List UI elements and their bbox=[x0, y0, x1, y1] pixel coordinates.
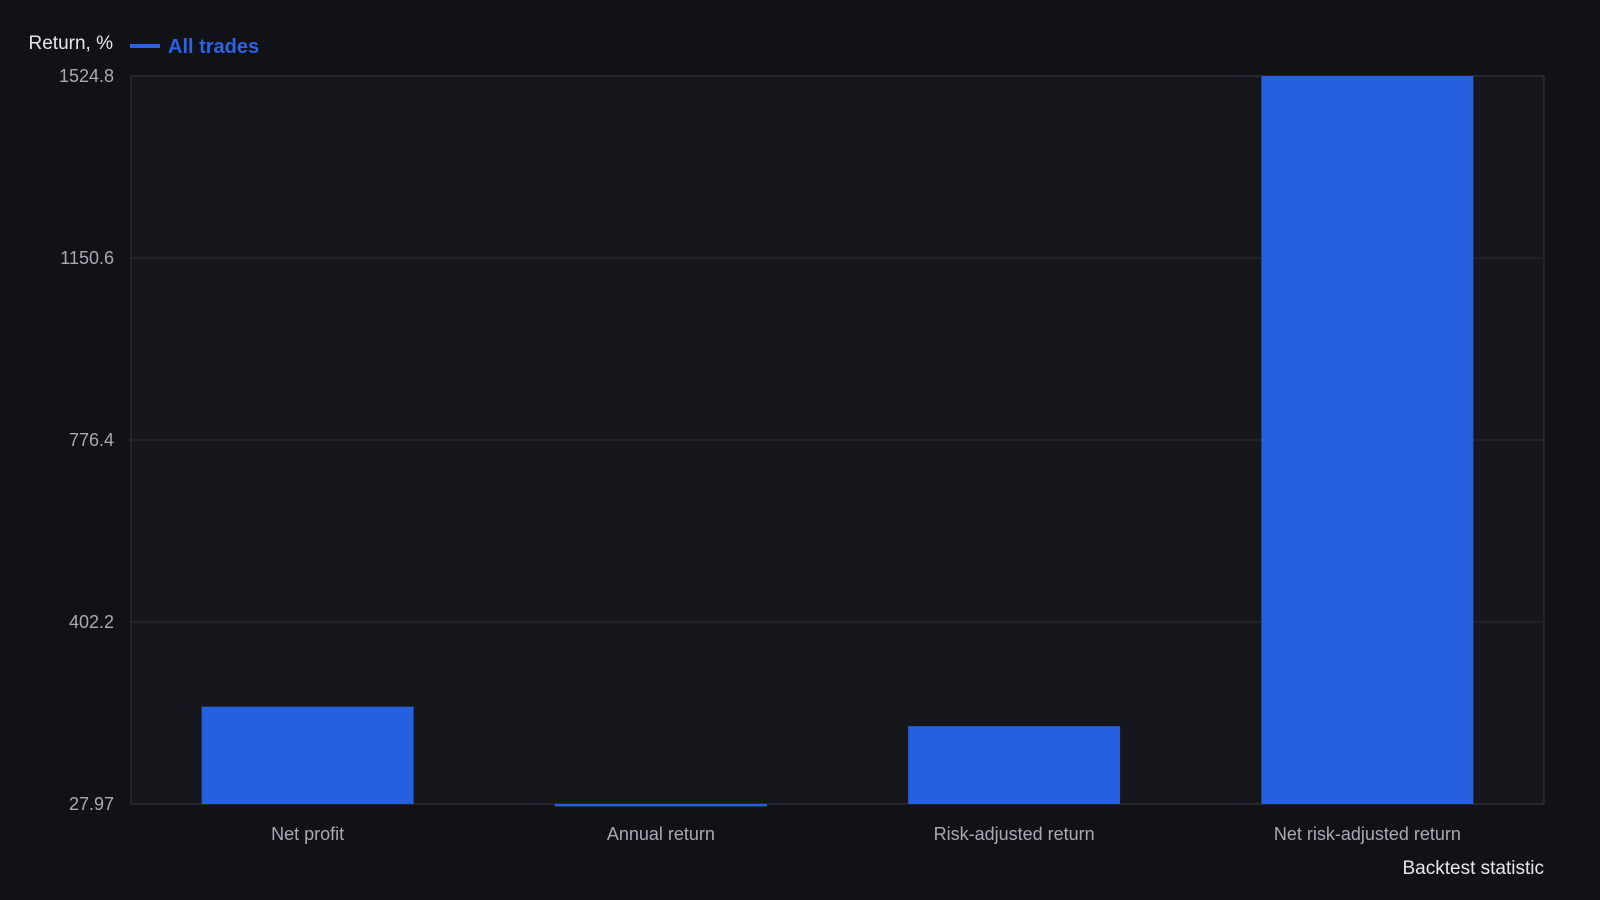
legend[interactable]: All trades bbox=[130, 36, 259, 58]
bar-risk-adjusted-return[interactable] bbox=[908, 726, 1121, 804]
y-axis-ticks: 1524.8 1150.6 776.4 402.2 27.97 bbox=[59, 66, 114, 814]
bar-net-profit[interactable] bbox=[201, 706, 414, 804]
bar-net-risk-adjusted-return[interactable] bbox=[1261, 76, 1474, 804]
x-axis-ticks: Net profit Annual return Risk-adjusted ret… bbox=[271, 824, 1461, 844]
x-tick-label: Annual return bbox=[607, 824, 715, 844]
y-axis-title: Return, % bbox=[29, 33, 114, 54]
x-tick-label: Net risk-adjusted return bbox=[1274, 824, 1461, 844]
y-tick-label: 402.2 bbox=[69, 612, 114, 632]
bar-annual-return[interactable] bbox=[554, 804, 767, 807]
x-axis-title: Backtest statistic bbox=[1403, 858, 1545, 879]
chart: 1524.8 1150.6 776.4 402.2 27.97 Net profit An… bbox=[0, 0, 1600, 900]
y-tick-label: 1150.6 bbox=[60, 248, 114, 268]
x-tick-label: Risk-adjusted return bbox=[934, 824, 1095, 844]
y-tick-label: 27.97 bbox=[69, 794, 114, 814]
bar-chart: 1524.8 1150.6 776.4 402.2 27.97 Net profit An… bbox=[29, 33, 1545, 879]
x-tick-label: Net profit bbox=[271, 824, 344, 844]
y-tick-label: 776.4 bbox=[69, 430, 114, 450]
y-tick-label: 1524.8 bbox=[59, 66, 114, 86]
legend-label-all-trades[interactable]: All trades bbox=[168, 36, 259, 58]
